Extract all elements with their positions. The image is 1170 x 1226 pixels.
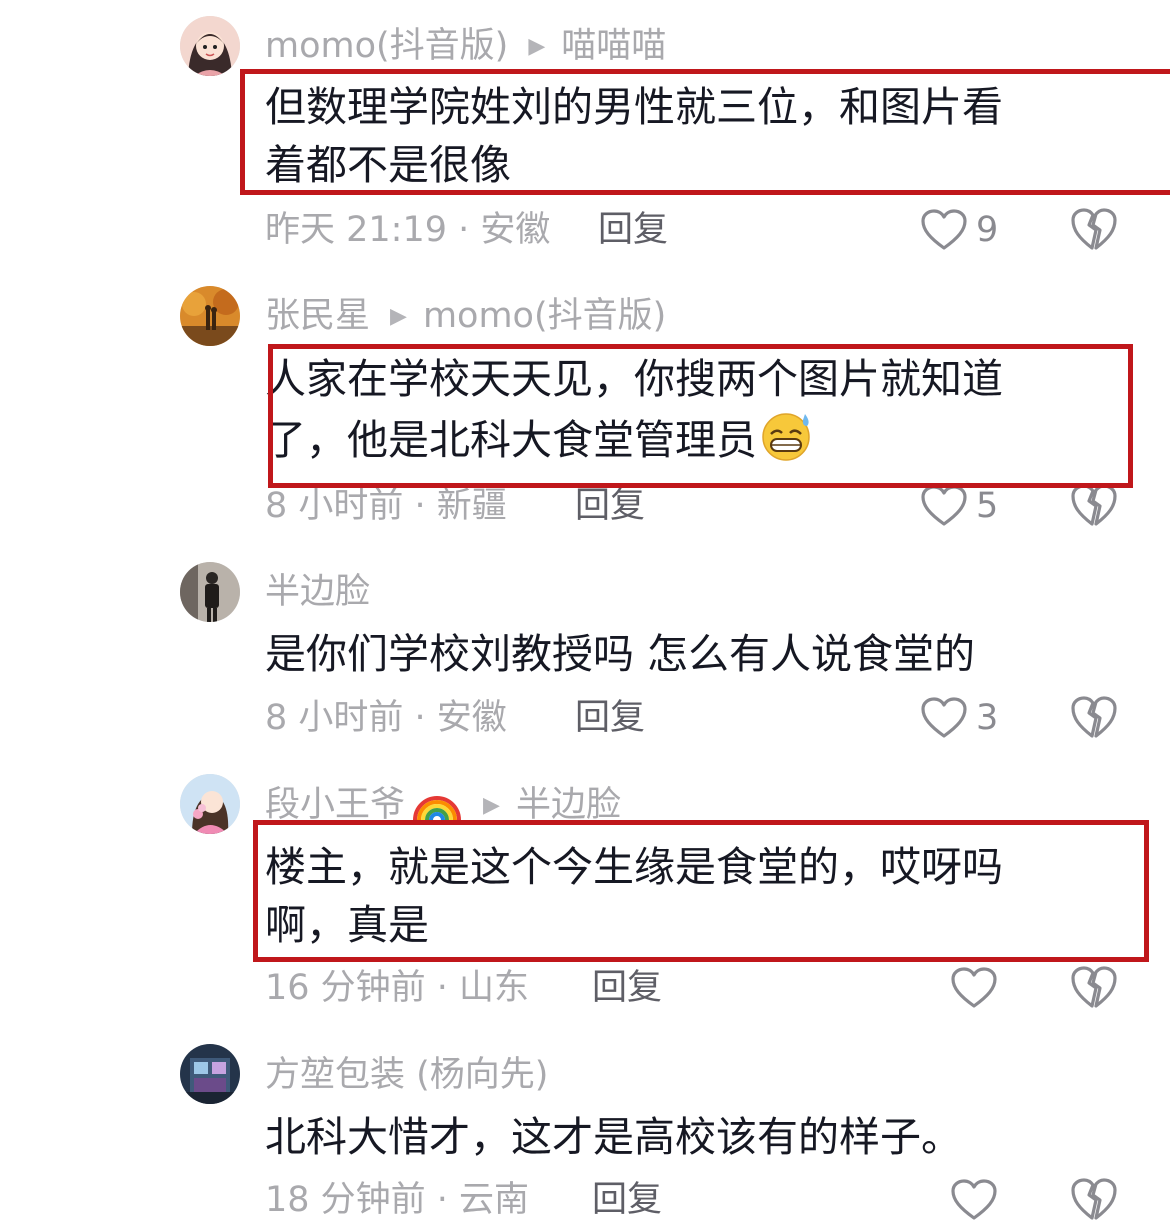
dislike-button[interactable]: [1070, 1176, 1118, 1224]
like-button[interactable]: 3: [920, 694, 998, 742]
play-triangle-icon: ▶: [528, 34, 546, 59]
reply-button[interactable]: 回复: [575, 482, 645, 530]
avatar[interactable]: [180, 1044, 240, 1104]
avatar-person-image: [180, 562, 240, 622]
comment-time-location: 8 小时前 · 新疆: [265, 486, 507, 526]
dislike-button[interactable]: [1070, 964, 1118, 1012]
comment-time-location: 18 分钟前 · 云南: [265, 1180, 530, 1220]
comment-text: 楼主，就是这个今生缘是食堂的，哎呀吗 啊，真是: [265, 843, 1003, 949]
heart-outline-icon: [921, 485, 967, 526]
heart-outline-icon: [921, 697, 967, 738]
comment-time-location: 昨天 21:19 · 安徽: [265, 210, 551, 250]
broken-heart-icon: [1071, 696, 1117, 738]
reply-button[interactable]: 回复: [598, 206, 668, 254]
comment-text-content: 人家在学校天天见，你搜两个图片就知道 了，他是北科大食堂管理员: [265, 355, 1003, 464]
comment-text: 人家在学校天天见，你搜两个图片就知道 了，他是北科大食堂管理员: [265, 350, 1095, 469]
comment-text: 是你们学校刘教授吗 怎么有人说食堂的: [265, 630, 976, 678]
like-count: 9: [976, 210, 999, 250]
play-triangle-icon: ▶: [483, 793, 500, 818]
reply-button[interactable]: 回复: [575, 694, 645, 742]
dislike-button[interactable]: [1070, 694, 1118, 742]
broken-heart-icon: [1071, 484, 1117, 526]
avatar[interactable]: [180, 774, 240, 834]
like-count: 3: [976, 698, 999, 738]
avatar-storefront-image: [180, 1044, 240, 1104]
dislike-button[interactable]: [1070, 206, 1118, 254]
author-name[interactable]: 张民星: [265, 296, 370, 336]
comment-time-location: 16 分钟前 · 山东: [265, 968, 530, 1008]
avatar-flower-girl-image: [180, 774, 240, 834]
avatar-autumn-image: [180, 286, 240, 346]
reply-to-name[interactable]: 喵喵喵: [561, 26, 666, 66]
grinning-sweat-emoji: [757, 408, 815, 462]
comment-text: 但数理学院姓刘的男性就三位，和图片看 着都不是很像: [265, 83, 1003, 189]
avatar[interactable]: [180, 286, 240, 346]
author-name[interactable]: 半边脸: [265, 572, 370, 612]
play-triangle-icon: ▶: [390, 304, 407, 329]
like-button[interactable]: [950, 964, 1006, 1012]
broken-heart-icon: [1071, 208, 1117, 250]
broken-heart-icon: [1071, 966, 1117, 1008]
like-button[interactable]: 5: [920, 482, 998, 530]
reply-button[interactable]: 回复: [592, 964, 662, 1012]
heart-outline-icon: [951, 1179, 997, 1220]
avatar-girl-image: [180, 16, 240, 76]
reply-to-name[interactable]: momo(抖音版): [423, 296, 666, 336]
like-button[interactable]: [950, 1176, 1006, 1224]
reply-to-name[interactable]: 半边脸: [516, 785, 621, 825]
heart-outline-icon: [921, 209, 967, 250]
dislike-button[interactable]: [1070, 482, 1118, 530]
like-count: 5: [976, 486, 999, 526]
like-button[interactable]: 9: [920, 206, 998, 254]
rainbow-emoji: [411, 780, 463, 821]
avatar[interactable]: [180, 16, 240, 76]
author-name[interactable]: 方堃包装 (杨向先): [265, 1055, 548, 1095]
heart-outline-icon: [951, 967, 997, 1008]
broken-heart-icon: [1071, 1178, 1117, 1220]
author-name[interactable]: momo(抖音版): [265, 26, 508, 66]
comment-text: 北科大惜才，这才是高校该有的样子。: [265, 1113, 962, 1161]
reply-button[interactable]: 回复: [592, 1176, 662, 1224]
avatar[interactable]: [180, 562, 240, 622]
author-name[interactable]: 段小王爷: [265, 785, 405, 825]
comment-time-location: 8 小时前 · 安徽: [265, 698, 507, 738]
